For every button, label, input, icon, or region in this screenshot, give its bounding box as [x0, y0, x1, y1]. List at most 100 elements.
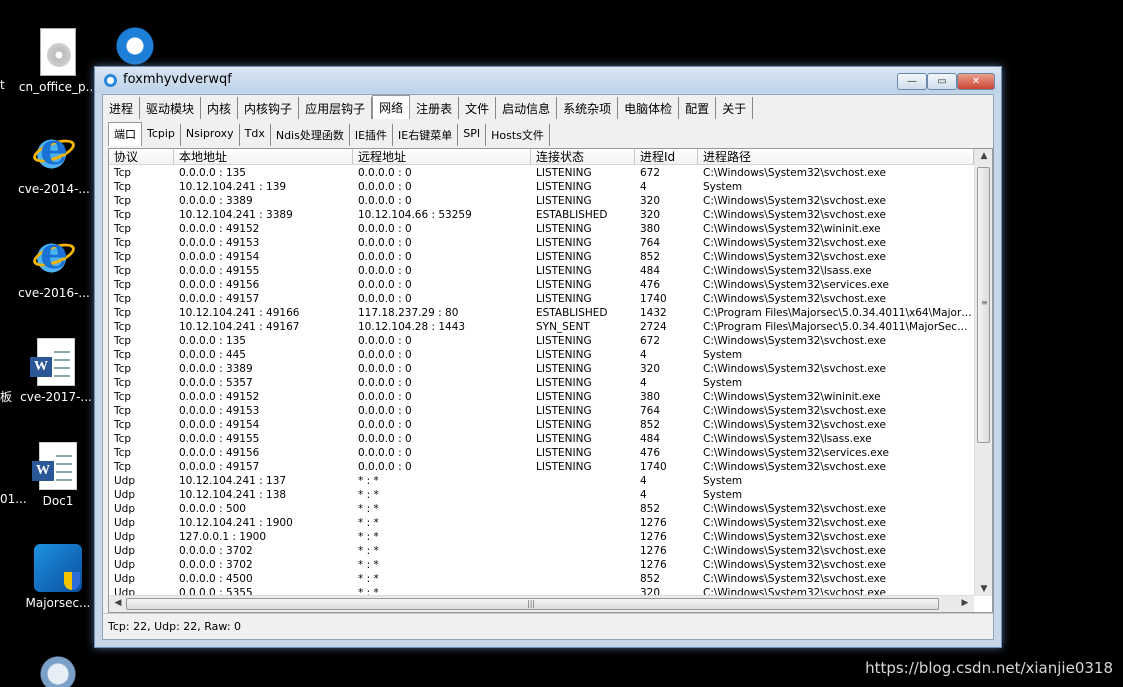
desktop-icon-majorsec[interactable]: Majorsec... [16, 544, 100, 610]
table-cell [531, 530, 635, 544]
desktop-icon-doc1[interactable]: W Doc1 [16, 442, 100, 508]
table-row[interactable]: Tcp 0.0.0.0 : 49156 0.0.0.0 : 0 LISTENING 47… [109, 446, 974, 460]
table-cell: 0.0.0.0 : 49156 [179, 279, 260, 291]
desktop-icon-cn-office[interactable]: cn_office_p... [16, 28, 100, 94]
table-cell: 10.12.104.241 : 138 [179, 489, 287, 501]
horizontal-scrollbar[interactable]: ◀ ||| ▶ [109, 595, 974, 612]
table-row[interactable]: Tcp 10.12.104.241 : 49166 117.18.237.29 : … [109, 306, 974, 320]
table-cell: 0.0.0.0 : 500 [179, 503, 246, 515]
table-cell: 4 [640, 181, 647, 193]
table-cell: 0.0.0.0 : 3702 [179, 545, 253, 557]
column-header[interactable]: 进程路径 [698, 149, 974, 164]
table-cell: 0.0.0.0 : 0 [358, 405, 412, 417]
port-list[interactable]: 协议 本地地址 远程地址 连接状态 进程Id 进程路径 Tcp 0.0.0.0 : 135 0… [108, 148, 993, 613]
main-tab[interactable]: 进程 [103, 97, 141, 119]
sub-tab[interactable]: Tdx [240, 124, 271, 146]
table-row[interactable]: Tcp 0.0.0.0 : 49156 0.0.0.0 : 0 LISTENING 47… [109, 278, 974, 292]
sub-tab[interactable]: IE右键菜单 [393, 124, 459, 146]
column-header[interactable]: 远程地址 [353, 149, 531, 164]
scroll-up-arrow-icon[interactable]: ▲ [975, 151, 992, 161]
table-cell: 0.0.0.0 : 4500 [179, 573, 253, 585]
table-row[interactable]: Tcp 0.0.0.0 : 3389 0.0.0.0 : 0 LISTENING 320… [109, 194, 974, 208]
desktop-icon-cve-2016[interactable]: cve-2016-... [12, 228, 96, 300]
table-cell: Tcp [114, 447, 132, 459]
table-row[interactable]: Tcp 0.0.0.0 : 49153 0.0.0.0 : 0 LISTENING 76… [109, 404, 974, 418]
table-cell: Tcp [114, 237, 132, 249]
desktop: t 板 01... cn_office_p... cve-2014-... cv… [0, 0, 1123, 687]
main-tab[interactable]: 关于 [716, 97, 754, 119]
table-row[interactable]: Tcp 0.0.0.0 : 49155 0.0.0.0 : 0 LISTENING 48… [109, 432, 974, 446]
sub-tab[interactable]: Nsiproxy [181, 124, 240, 146]
table-row[interactable]: Udp 10.12.104.241 : 137 * : * 4 System [109, 474, 974, 488]
minimize-button[interactable]: — [897, 73, 927, 90]
table-row[interactable]: Tcp 0.0.0.0 : 3389 0.0.0.0 : 0 LISTENING 320… [109, 362, 974, 376]
table-row[interactable]: Udp 0.0.0.0 : 4500 * : * 852 C:\Windows\Syst… [109, 572, 974, 586]
main-tab[interactable]: 电脑体检 [618, 97, 680, 119]
table-row[interactable]: Udp 0.0.0.0 : 3702 * : * 1276 C:\Windows\Sys… [109, 558, 974, 572]
table-row[interactable]: Tcp 0.0.0.0 : 49155 0.0.0.0 : 0 LISTENING 48… [109, 264, 974, 278]
desktop-icon-settings[interactable] [16, 650, 100, 687]
maximize-button[interactable]: ▭ [927, 73, 957, 90]
table-cell: C:\Windows\System32\svchost.exe [703, 545, 886, 557]
table-row[interactable]: Tcp 0.0.0.0 : 135 0.0.0.0 : 0 LISTENING 672 C… [109, 334, 974, 348]
sub-tab[interactable]: SPI [458, 124, 487, 146]
main-tab[interactable]: 应用层钩子 [299, 97, 373, 119]
title-bar[interactable]: foxmhyvdverwqf — ▭ ✕ [95, 67, 1001, 93]
main-tab[interactable]: 文件 [459, 97, 497, 119]
main-tab[interactable]: 注册表 [410, 97, 460, 119]
table-cell: 0.0.0.0 : 49155 [179, 265, 260, 277]
table-row[interactable]: Udp 10.12.104.241 : 138 * : * 4 System [109, 488, 974, 502]
table-row[interactable]: Tcp 10.12.104.241 : 3389 10.12.104.66 : 53… [109, 208, 974, 222]
table-cell: 4 [640, 349, 647, 361]
main-tab[interactable]: 内核 [201, 97, 239, 119]
table-cell: 764 [640, 405, 661, 417]
table-cell [531, 474, 635, 488]
main-tab[interactable]: 内核钩子 [238, 97, 300, 119]
table-row[interactable]: Tcp 0.0.0.0 : 135 0.0.0.0 : 0 LISTENING 672 C… [109, 166, 974, 180]
sub-tab[interactable]: Tcpip [142, 124, 181, 146]
table-cell: C:\Windows\System32\svchost.exe [703, 531, 886, 543]
table-row[interactable]: Tcp 10.12.104.241 : 49167 10.12.104.28 : 1… [109, 320, 974, 334]
table-cell: 0.0.0.0 : 0 [358, 293, 412, 305]
column-header[interactable]: 连接状态 [531, 149, 635, 164]
table-row[interactable]: Tcp 0.0.0.0 : 49157 0.0.0.0 : 0 LISTENING 17… [109, 460, 974, 474]
scroll-down-arrow-icon[interactable]: ▼ [975, 584, 992, 594]
scroll-left-arrow-icon[interactable]: ◀ [109, 598, 127, 608]
main-tab[interactable]: 系统杂项 [557, 97, 619, 119]
table-row[interactable]: Udp 10.12.104.241 : 1900 * : * 1276 C:\Windo… [109, 516, 974, 530]
majorsec-shield-icon [34, 544, 82, 592]
column-header[interactable]: 本地地址 [174, 149, 353, 164]
disc-image-icon [40, 28, 76, 76]
table-row[interactable]: Tcp 0.0.0.0 : 49152 0.0.0.0 : 0 LISTENING 38… [109, 390, 974, 404]
main-tab[interactable]: 配置 [679, 97, 717, 119]
main-tab[interactable]: 启动信息 [496, 97, 558, 119]
close-button[interactable]: ✕ [957, 73, 995, 90]
table-cell: Tcp [114, 461, 132, 473]
table-row[interactable]: Tcp 0.0.0.0 : 5357 0.0.0.0 : 0 LISTENING 4 Sy… [109, 376, 974, 390]
sub-tab[interactable]: 端口 [108, 122, 142, 146]
sub-tab[interactable]: Hosts文件 [486, 124, 550, 146]
main-tab[interactable]: 网络 [372, 95, 411, 119]
column-header[interactable]: 协议 [109, 149, 174, 164]
horizontal-scroll-thumb[interactable]: ||| [126, 598, 939, 610]
table-row[interactable]: Tcp 0.0.0.0 : 445 0.0.0.0 : 0 LISTENING 4 Sys… [109, 348, 974, 362]
table-row[interactable]: Udp 0.0.0.0 : 3702 * : * 1276 C:\Windows\Sys… [109, 544, 974, 558]
table-row[interactable]: Tcp 0.0.0.0 : 49153 0.0.0.0 : 0 LISTENING 76… [109, 236, 974, 250]
scroll-right-arrow-icon[interactable]: ▶ [956, 598, 974, 608]
desktop-icon-cve-2017[interactable]: W cve-2017-... [14, 338, 98, 404]
table-row[interactable]: Tcp 0.0.0.0 : 49152 0.0.0.0 : 0 LISTENING 38… [109, 222, 974, 236]
table-row[interactable]: Tcp 0.0.0.0 : 49154 0.0.0.0 : 0 LISTENING 85… [109, 250, 974, 264]
desktop-icon-cve-2014[interactable]: cve-2014-... [12, 124, 96, 196]
table-row[interactable]: Tcp 0.0.0.0 : 49157 0.0.0.0 : 0 LISTENING 17… [109, 292, 974, 306]
vertical-scroll-thumb[interactable]: ≡ [977, 167, 990, 443]
vertical-scrollbar[interactable]: ▲ ≡ ▼ [974, 149, 992, 596]
table-row[interactable]: Udp 0.0.0.0 : 500 * : * 852 C:\Windows\Syste… [109, 502, 974, 516]
sub-tab[interactable]: IE插件 [350, 124, 394, 146]
table-cell: System [703, 489, 743, 501]
column-header[interactable]: 进程Id [635, 149, 698, 164]
table-row[interactable]: Udp 127.0.0.1 : 1900 * : * 1276 C:\Windows\S… [109, 530, 974, 544]
sub-tab[interactable]: Ndis处理函数 [271, 124, 350, 146]
table-row[interactable]: Tcp 0.0.0.0 : 49154 0.0.0.0 : 0 LISTENING 85… [109, 418, 974, 432]
main-tab[interactable]: 驱动模块 [140, 97, 202, 119]
table-row[interactable]: Tcp 10.12.104.241 : 139 0.0.0.0 : 0 LISTENI… [109, 180, 974, 194]
